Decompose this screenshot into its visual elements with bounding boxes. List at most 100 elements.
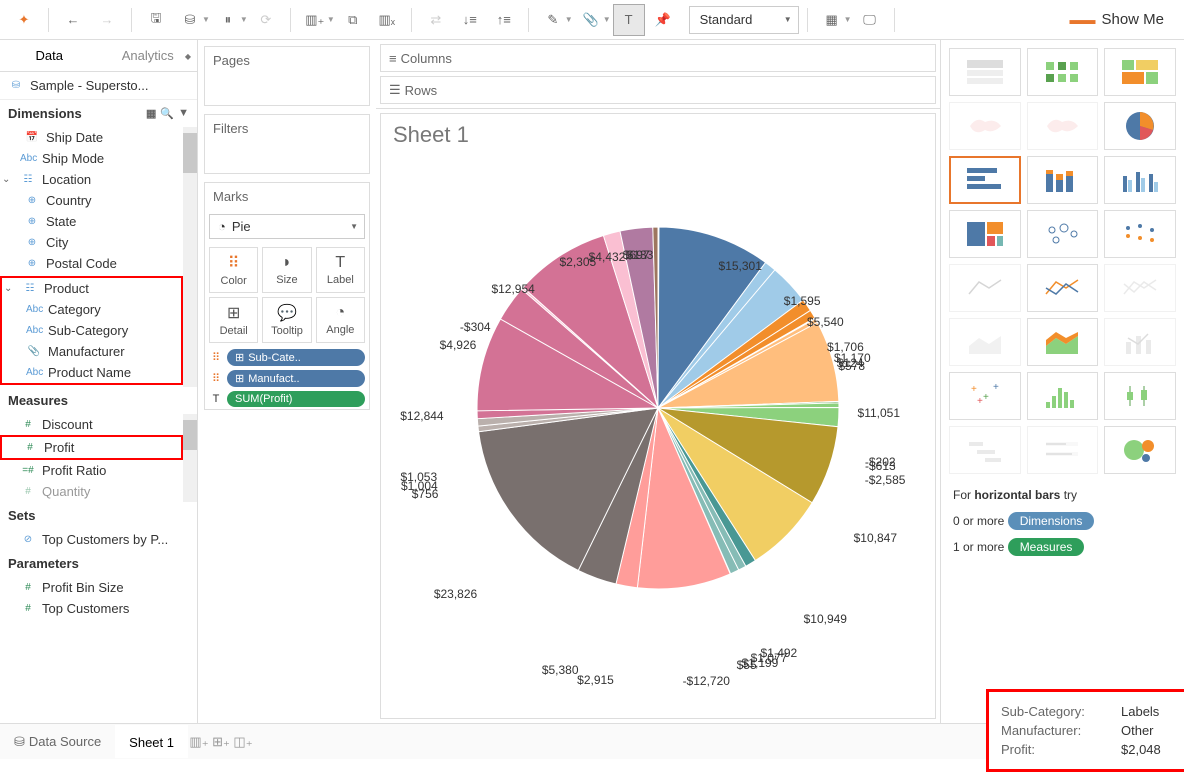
angle-icon: ◔ [335, 304, 345, 322]
sm-bullet[interactable] [1027, 426, 1099, 474]
tooltip-box: Sub-Category:Labels Manufacturer:Other P… [986, 689, 1184, 772]
sm-horizontal-bar[interactable] [949, 156, 1021, 204]
sets-header: Sets [0, 502, 197, 529]
sm-stacked-bar[interactable] [1027, 156, 1099, 204]
pie-slice-label: $10,949 [804, 612, 847, 626]
new-story-tab[interactable]: ◫₊ [232, 734, 254, 750]
back-button[interactable]: ← [57, 4, 89, 36]
field-ship-mode[interactable]: AbcShip Mode [0, 148, 183, 169]
sm-text-table[interactable] [949, 48, 1021, 96]
color-shelf[interactable]: ⠿Color [209, 247, 258, 293]
duplicate-button[interactable]: ⧉ [337, 4, 369, 36]
chevron-down-icon[interactable]: ⌄ [2, 174, 10, 185]
sm-scatter[interactable]: ++++ [949, 372, 1021, 420]
tab-sheet-1[interactable]: Sheet 1 [115, 725, 188, 758]
measures-scrollbar[interactable] [183, 414, 197, 502]
rows-shelf[interactable]: ☰Rows [380, 76, 936, 104]
viz-canvas[interactable]: Sheet 1 Sub-Category:Labels Manufacturer… [380, 113, 936, 719]
pie-slice-label: $697 [623, 248, 650, 262]
angle-shelf[interactable]: ◔Angle [316, 297, 365, 343]
field-ship-date[interactable]: 📅Ship Date [0, 127, 183, 148]
field-state[interactable]: ⊕State [0, 211, 183, 232]
view-icon[interactable]: ▦ [146, 107, 156, 120]
save-button[interactable]: 🖫 [140, 4, 172, 36]
sort-desc-button[interactable]: ↑≡ [488, 4, 520, 36]
field-country[interactable]: ⊕Country [0, 190, 183, 211]
swap-button[interactable]: ⇄ [420, 4, 452, 36]
sm-side-by-side-circle[interactable] [1104, 210, 1176, 258]
pin-button[interactable]: 📌 [647, 4, 679, 36]
clear-button[interactable]: ▥ₓ [371, 4, 403, 36]
sm-highlight-table[interactable] [1104, 48, 1176, 96]
chevron-down-icon[interactable]: ⌄ [4, 283, 12, 294]
presentation-button[interactable]: 🖵 [854, 4, 886, 36]
sm-heat-map[interactable] [1027, 48, 1099, 96]
pages-card[interactable]: Pages [204, 46, 370, 106]
field-location[interactable]: Location [42, 172, 91, 187]
field-profit-ratio[interactable]: =#Profit Ratio [0, 460, 183, 481]
pill-sub-category[interactable]: ⊞Sub-Cate.. [227, 349, 365, 366]
measures-header: Measures [0, 387, 197, 414]
sm-line-discrete[interactable] [1027, 264, 1099, 312]
sm-gantt[interactable] [949, 426, 1021, 474]
field-postal-code[interactable]: ⊕Postal Code [0, 253, 183, 274]
pill-sum-profit[interactable]: SUM(Profit) [227, 391, 365, 407]
mark-type-select[interactable]: ◔Pie [209, 214, 365, 239]
tab-data-source[interactable]: ⛁Data Source [0, 726, 115, 758]
new-worksheet-tab[interactable]: ▥₊ [188, 734, 210, 750]
detail-shelf[interactable]: ⊞Detail [209, 297, 258, 343]
field-product-name[interactable]: AbcProduct Name [2, 362, 181, 383]
filters-card[interactable]: Filters [204, 114, 370, 174]
sheet-title[interactable]: Sheet 1 [381, 114, 935, 156]
sm-packed-bubbles[interactable] [1104, 426, 1176, 474]
field-top-customers-set[interactable]: ⊘Top Customers by P... [0, 529, 197, 550]
field-discount[interactable]: #Discount [0, 414, 183, 435]
columns-shelf[interactable]: ≡Columns [380, 44, 936, 72]
field-product[interactable]: Product [44, 281, 89, 296]
field-quantity[interactable]: #Quantity [0, 481, 183, 502]
sm-pie[interactable] [1104, 102, 1176, 150]
label-shelf[interactable]: TLabel [316, 247, 365, 293]
field-category[interactable]: AbcCategory [2, 299, 181, 320]
field-sub-category[interactable]: AbcSub-Category [2, 320, 181, 341]
field-city[interactable]: ⊕City [0, 232, 183, 253]
tab-data[interactable]: Data [0, 40, 99, 71]
sm-filled-map[interactable] [1027, 102, 1099, 150]
fit-select[interactable]: Standard [689, 6, 799, 34]
tab-analytics[interactable]: Analytics◆ [99, 40, 198, 71]
refresh-button[interactable]: ⟳ [250, 4, 282, 36]
sm-area-continuous[interactable] [949, 318, 1021, 366]
sort-asc-button[interactable]: ↓≡ [454, 4, 486, 36]
sm-treemap[interactable] [949, 210, 1021, 258]
datasource-item[interactable]: ⛁ Sample - Supersto... [0, 72, 197, 100]
sm-dual-line[interactable] [1104, 264, 1176, 312]
dimensions-scrollbar[interactable] [183, 127, 197, 387]
tableau-logo-icon[interactable]: ✦ [8, 4, 40, 36]
new-dashboard-tab[interactable]: ⊞₊ [210, 734, 232, 750]
data-pane: Data Analytics◆ ⛁ Sample - Supersto... D… [0, 40, 198, 723]
sm-box-plot[interactable] [1104, 372, 1176, 420]
show-me-button[interactable]: ▬▬ Show Me [1057, 0, 1176, 40]
field-profit-bin-size[interactable]: #Profit Bin Size [0, 577, 197, 598]
sm-circle-views[interactable] [1027, 210, 1099, 258]
pill-manufacturer[interactable]: ⊞Manufact.. [227, 370, 365, 387]
color-icon: ⠿ [228, 253, 240, 273]
parameters-header: Parameters [0, 550, 197, 577]
labels-button[interactable]: T [613, 4, 645, 36]
pie-chart[interactable] [458, 208, 858, 608]
dimensions-header: Dimensions ▦ 🔍 ▼ [0, 100, 197, 127]
sm-dual-combination[interactable] [1104, 318, 1176, 366]
search-icon[interactable]: 🔍 [160, 107, 174, 120]
sm-histogram[interactable] [1027, 372, 1099, 420]
sm-side-by-side-bar[interactable] [1104, 156, 1176, 204]
sm-symbol-map[interactable] [949, 102, 1021, 150]
tooltip-shelf[interactable]: 💬Tooltip [262, 297, 311, 343]
sm-line-continuous[interactable] [949, 264, 1021, 312]
sm-area-discrete[interactable] [1027, 318, 1099, 366]
field-profit[interactable]: #Profit [2, 437, 181, 458]
forward-button[interactable]: → [91, 4, 123, 36]
field-manufacturer[interactable]: 📎Manufacturer [2, 341, 181, 362]
size-shelf[interactable]: ◗Size [262, 247, 311, 293]
field-top-customers-param[interactable]: #Top Customers [0, 598, 197, 619]
menu-icon[interactable]: ▼ [178, 107, 189, 120]
